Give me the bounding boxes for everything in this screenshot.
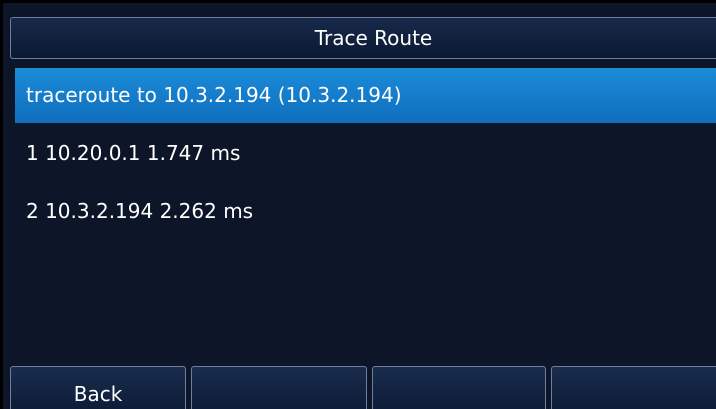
softkey-2[interactable]: [191, 366, 367, 409]
back-softkey[interactable]: Back: [10, 366, 186, 409]
softkey-bar: Back: [10, 366, 716, 409]
phone-screen: Trace Route traceroute to 10.3.2.194 (10…: [0, 0, 716, 409]
trace-result-list: traceroute to 10.3.2.194 (10.3.2.194) 1 …: [15, 68, 716, 244]
softkey-3[interactable]: [372, 366, 546, 409]
list-item-hop-1[interactable]: 1 10.20.0.1 1.747 ms: [15, 128, 716, 178]
list-item-header[interactable]: traceroute to 10.3.2.194 (10.3.2.194): [15, 68, 716, 123]
screen-title: Trace Route: [10, 17, 716, 59]
softkey-4[interactable]: [551, 366, 716, 409]
list-item-hop-2[interactable]: 2 10.3.2.194 2.262 ms: [15, 186, 716, 236]
